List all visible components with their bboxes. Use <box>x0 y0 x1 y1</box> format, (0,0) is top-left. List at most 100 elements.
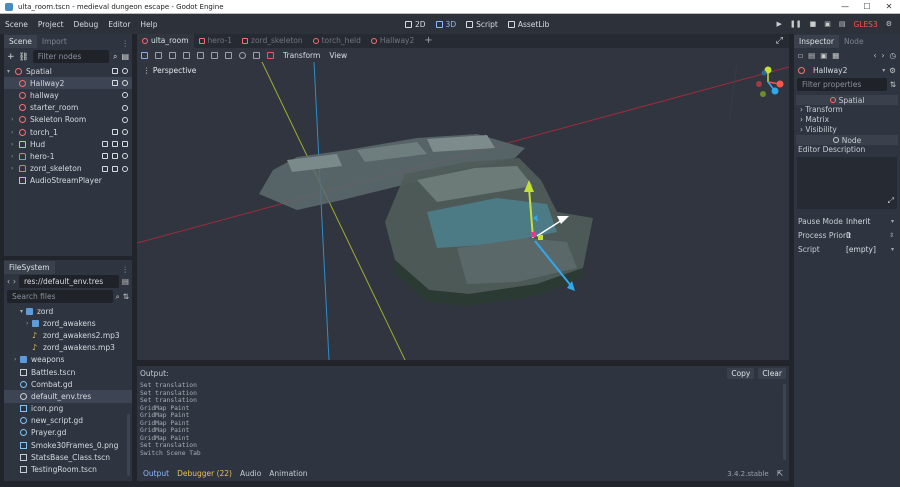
pin-icon[interactable]: ⇱ <box>777 469 789 478</box>
stop-icon[interactable]: ■ <box>810 20 817 28</box>
visibility-icon[interactable] <box>122 104 128 111</box>
tree-item-hallway2[interactable]: Hallway2 <box>4 77 132 90</box>
file-item-zord-awakens[interactable]: › zord_awakens <box>4 317 132 329</box>
menu-help[interactable]: Help <box>135 20 162 29</box>
minimize-button[interactable]: — <box>834 0 856 14</box>
object-properties-icon[interactable]: ⚙ <box>889 66 900 75</box>
prop-script[interactable]: Script [empty] ▾ <box>794 242 900 256</box>
chevron-down-icon[interactable]: ▾ <box>7 68 15 75</box>
close-button[interactable]: ✕ <box>878 0 900 14</box>
local-space-icon[interactable] <box>239 51 246 59</box>
sun-preview-icon[interactable] <box>267 51 274 59</box>
menu-scene[interactable]: Scene <box>0 20 33 29</box>
tab-animation[interactable]: Animation <box>269 469 307 478</box>
chevron-right-icon[interactable]: › <box>11 129 19 136</box>
lock-icon[interactable] <box>211 51 218 59</box>
back-icon[interactable]: ‹ <box>7 277 10 286</box>
chevron-down-icon[interactable]: ▾ <box>891 218 894 225</box>
scene-tab-zord-skeleton[interactable]: zord_skeleton <box>237 34 308 48</box>
view-menu[interactable]: View <box>329 51 347 60</box>
chevron-right-icon[interactable]: › <box>11 116 19 123</box>
tree-item-torch-1[interactable]: › torch_1 <box>4 126 132 138</box>
visibility-icon[interactable] <box>122 116 128 123</box>
group-icon[interactable] <box>102 165 108 172</box>
file-item-smoke-png[interactable]: Smoke30Frames_0.png <box>4 439 132 451</box>
script-value[interactable]: [empty] <box>846 245 876 254</box>
add-node-icon[interactable]: + <box>7 52 15 62</box>
dock-menu-icon[interactable]: ⋮ <box>122 39 133 48</box>
maximize-button[interactable]: ☐ <box>856 0 878 14</box>
chevron-right-icon[interactable]: › <box>11 165 19 172</box>
tab-inspector[interactable]: Inspector <box>794 35 839 48</box>
file-item-zord[interactable]: ▾ zord <box>4 305 132 317</box>
perspective-menu[interactable]: ⋮ Perspective <box>143 66 196 75</box>
filter-properties-input[interactable]: Filter properties <box>797 78 887 91</box>
file-item-weapons[interactable]: › weapons <box>4 354 132 366</box>
load-resource-icon[interactable]: ▤ <box>808 51 815 60</box>
scene-tab-ulta-room[interactable]: ulta_room <box>137 34 194 48</box>
history-forward-icon[interactable]: › <box>881 51 884 60</box>
workspace-assetlib[interactable]: AssetLib <box>503 20 555 29</box>
file-item-default-env[interactable]: default_env.tres <box>4 390 132 403</box>
group-icon[interactable] <box>102 141 108 148</box>
add-tab-icon[interactable]: + <box>419 34 437 48</box>
new-resource-icon[interactable]: ▫ <box>798 51 803 60</box>
workspace-2d[interactable]: 2D <box>400 20 431 29</box>
output-scrollbar[interactable] <box>783 384 786 460</box>
script-icon[interactable] <box>112 68 118 75</box>
tree-item-hud[interactable]: › Hud <box>4 138 132 150</box>
dock-menu-icon[interactable]: ⋮ <box>122 265 133 274</box>
menu-project[interactable]: Project <box>33 20 69 29</box>
edit-resource-icon[interactable]: ▦ <box>832 51 839 60</box>
chevron-right-icon[interactable]: › <box>11 153 19 160</box>
file-item-prayer[interactable]: Prayer.gd <box>4 427 132 439</box>
tree-item-skeleton-room[interactable]: › Skeleton Room <box>4 114 132 126</box>
tree-item-hallway[interactable]: hallway <box>4 89 132 101</box>
tree-item-starter-room[interactable]: starter_room <box>4 102 132 114</box>
tab-filesystem[interactable]: FileSystem <box>4 261 55 274</box>
file-item-combat[interactable]: Combat.gd <box>4 378 132 390</box>
file-item-testingroom[interactable]: TestingRoom.tscn <box>4 463 132 475</box>
visibility-icon[interactable] <box>122 68 128 75</box>
tree-item-audiostreamplayer[interactable]: AudioStreamPlayer <box>4 175 132 187</box>
script-icon[interactable] <box>112 80 118 87</box>
forward-icon[interactable]: › <box>13 277 16 286</box>
chevron-down-icon[interactable]: ▾ <box>882 67 885 74</box>
scene-instance-icon[interactable] <box>112 153 118 160</box>
editor-description-field[interactable]: ⤢ <box>797 157 897 209</box>
select-tool-icon[interactable] <box>141 51 148 59</box>
path-field[interactable]: res://default_env.tres <box>19 275 119 288</box>
tab-import[interactable]: Import <box>37 35 72 48</box>
orientation-gizmo[interactable] <box>751 65 785 99</box>
pause-icon[interactable]: ❚❚ <box>790 20 802 28</box>
play-scene-icon[interactable]: ▣ <box>824 20 831 28</box>
scene-tab-torch-held[interactable]: torch_held <box>308 34 366 48</box>
clear-button[interactable]: Clear <box>758 368 786 379</box>
group-icon[interactable] <box>225 51 232 59</box>
tab-output[interactable]: Output <box>143 469 169 478</box>
filesystem-scrollbar[interactable] <box>127 414 130 476</box>
renderer-label[interactable]: GLES3 <box>853 20 877 29</box>
group-icon[interactable] <box>102 153 108 160</box>
file-item-statsbase[interactable]: StatsBase_Class.tscn <box>4 451 132 463</box>
file-item-battles[interactable]: Battles.tscn <box>4 366 132 378</box>
menu-debug[interactable]: Debug <box>69 20 104 29</box>
file-item-icon-png[interactable]: icon.png <box>4 403 132 415</box>
save-resource-icon[interactable]: ▣ <box>820 51 827 60</box>
snap-icon[interactable] <box>253 51 260 59</box>
search-files-input[interactable]: Search files <box>7 290 113 303</box>
prop-pause-mode[interactable]: Pause Mode Inherit ▾ <box>794 214 900 228</box>
section-visibility[interactable]: › Visibility <box>794 125 900 135</box>
process-priority-value[interactable]: 0 <box>846 231 851 240</box>
play-custom-icon[interactable]: ▤ <box>839 20 846 28</box>
filter-nodes-input[interactable]: Filter nodes <box>32 50 109 63</box>
scale-tool-icon[interactable] <box>183 51 190 59</box>
visibility-icon[interactable] <box>122 153 128 160</box>
sort-icon[interactable]: ⇅ <box>890 80 897 89</box>
tab-scene[interactable]: Scene <box>4 35 37 48</box>
script-icon[interactable] <box>122 141 128 148</box>
script-attach-icon[interactable]: ▤ <box>121 52 129 61</box>
chevron-down-icon[interactable]: ▾ <box>891 246 894 253</box>
rotate-tool-icon[interactable] <box>169 51 176 59</box>
distraction-free-icon[interactable]: ⤢ <box>770 34 789 48</box>
